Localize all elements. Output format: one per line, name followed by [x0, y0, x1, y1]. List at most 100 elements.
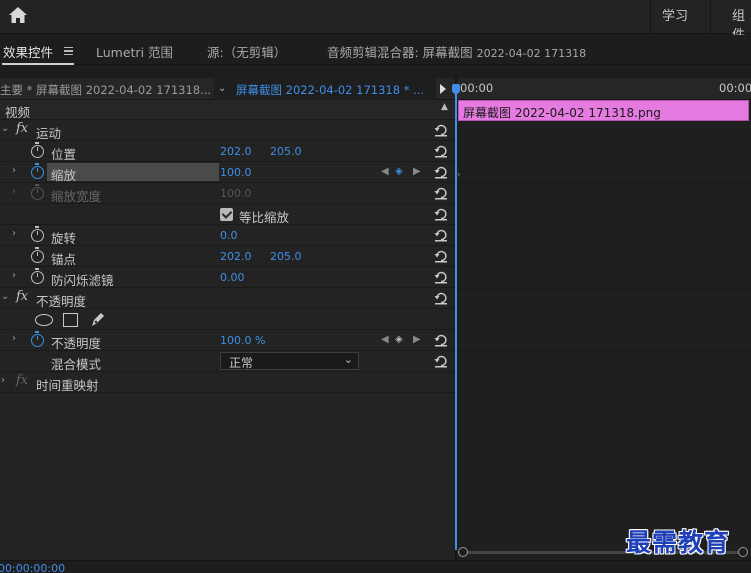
- sequence-clip-selector[interactable]: 屏幕截图 2022-04-02 171318 * ...: [214, 78, 436, 100]
- track-line: [457, 225, 751, 226]
- chevron-down-icon[interactable]: ⌄: [218, 83, 226, 94]
- reset-icon[interactable]: [434, 165, 448, 179]
- stopwatch-icon[interactable]: [31, 247, 44, 263]
- current-timecode[interactable]: 00:00:00:00: [0, 562, 65, 573]
- scrollbar-end-handle[interactable]: [738, 547, 748, 557]
- property-anchor-point: 锚点 202.0 205.0: [0, 246, 455, 267]
- clip-bar[interactable]: 屏幕截图 2022-04-02 171318.png: [458, 100, 749, 121]
- stopwatch-icon[interactable]: [31, 268, 44, 284]
- expand-chevron-icon[interactable]: ›: [12, 228, 16, 239]
- track-line: [457, 393, 751, 394]
- effect-timeline: 00:00 00:00 屏幕截图 2022-04-02 171318.png: [457, 78, 751, 560]
- playhead[interactable]: [455, 84, 457, 550]
- pen-mask-icon[interactable]: [90, 311, 106, 328]
- workspace-tab-learning[interactable]: 学习: [662, 5, 688, 24]
- time-ruler[interactable]: 00:00 00:00: [457, 78, 751, 100]
- tab-source[interactable]: 源:（无剪辑）: [207, 42, 286, 61]
- track-line: [457, 267, 751, 268]
- checkbox-label: 等比缩放: [239, 210, 290, 225]
- ellipse-mask-icon[interactable]: [35, 314, 53, 326]
- add-keyframe-icon[interactable]: ◈: [395, 166, 403, 177]
- collapse-up-icon[interactable]: ▲: [441, 102, 448, 112]
- collapse-chevron-icon[interactable]: ⌄: [1, 123, 9, 134]
- track-line: [457, 372, 751, 373]
- reset-icon[interactable]: [434, 207, 448, 221]
- stopwatch-icon[interactable]: [31, 163, 44, 179]
- effect-name: 运动: [36, 126, 62, 141]
- stopwatch-icon[interactable]: [31, 226, 44, 242]
- reset-icon[interactable]: [434, 333, 448, 347]
- tab-audio-clip-mixer[interactable]: 音频剪辑混合器: 屏幕截图 2022-04-02 171318: [327, 42, 586, 61]
- anchor-y-value[interactable]: 205.0: [270, 250, 302, 263]
- effect-opacity[interactable]: ⌄ fx 不透明度: [0, 288, 455, 309]
- fx-icon[interactable]: fx: [16, 289, 28, 304]
- next-keyframe-icon[interactable]: ▶: [413, 166, 421, 177]
- tab-effect-controls[interactable]: 效果控件: [3, 42, 53, 61]
- property-label: 缩放宽度: [51, 189, 102, 204]
- mask-tools: [0, 309, 455, 330]
- anti-flicker-value[interactable]: 0.00: [220, 271, 245, 284]
- expand-chevron-icon[interactable]: ›: [12, 165, 16, 176]
- expand-chevron-icon: ›: [12, 186, 16, 197]
- rectangle-mask-icon[interactable]: [63, 313, 78, 327]
- blend-mode-dropdown[interactable]: 正常 ⌄: [220, 352, 359, 370]
- expand-chevron-icon[interactable]: ›: [1, 375, 5, 386]
- expand-chevron-icon[interactable]: ›: [12, 333, 16, 344]
- show-timeline-icon[interactable]: [440, 84, 446, 94]
- stopwatch-icon[interactable]: [31, 331, 44, 347]
- active-tab-underline: [2, 63, 74, 65]
- track-line: [457, 204, 751, 205]
- add-keyframe-icon[interactable]: ◈: [395, 334, 403, 345]
- reset-icon[interactable]: [434, 249, 448, 263]
- reset-icon[interactable]: [434, 186, 448, 200]
- effect-motion[interactable]: ⌄ fx 运动: [0, 120, 455, 141]
- uniform-scale-checkbox[interactable]: [220, 208, 233, 221]
- reset-icon[interactable]: [434, 144, 448, 158]
- property-opacity: › 不透明度 100.0 % ◀ ◈ ▶: [0, 330, 455, 351]
- opacity-value[interactable]: 100.0 %: [220, 334, 265, 347]
- clip-name: 屏幕截图 2022-04-02 171318.png: [463, 106, 661, 120]
- reset-icon[interactable]: [434, 228, 448, 242]
- reset-icon[interactable]: [434, 354, 448, 368]
- collapse-chevron-icon[interactable]: ⌄: [1, 291, 9, 302]
- playhead-handle[interactable]: [452, 84, 460, 94]
- sequence-clip-label: 屏幕截图 2022-04-02 171318 * ...: [236, 83, 425, 97]
- tab-lumetri-scopes[interactable]: Lumetri 范围: [96, 42, 173, 61]
- property-label: 缩放: [51, 168, 77, 183]
- position-y-value[interactable]: 205.0: [270, 145, 302, 158]
- panel-header: 效果控件 Lumetri 范围 源:（无剪辑） 音频剪辑混合器: 屏幕截图 20…: [0, 35, 751, 65]
- scrollbar-start-handle[interactable]: [458, 547, 468, 557]
- position-x-value[interactable]: 202.0: [220, 145, 252, 158]
- stopwatch-icon[interactable]: [31, 142, 44, 158]
- property-label: 防闪烁滤镜: [51, 273, 114, 288]
- scale-value[interactable]: 100.0: [220, 166, 252, 179]
- property-label: 位置: [51, 147, 77, 162]
- fx-icon[interactable]: fx: [16, 121, 28, 136]
- prev-keyframe-icon[interactable]: ◀: [381, 334, 389, 345]
- prev-keyframe-icon[interactable]: ◀: [381, 166, 389, 177]
- effect-time-remapping[interactable]: › fx 时间重映射: [0, 372, 455, 393]
- reset-icon[interactable]: [434, 291, 448, 305]
- panel-menu-icon[interactable]: [64, 47, 73, 55]
- home-icon[interactable]: [8, 6, 28, 24]
- next-keyframe-icon[interactable]: ▶: [413, 334, 421, 345]
- master-clip-label[interactable]: 主要 * 屏幕截图 2022-04-02 171318...: [0, 82, 211, 98]
- rotation-value[interactable]: 0.0: [220, 229, 238, 242]
- property-rotation: › 旋转 0.0: [0, 225, 455, 246]
- watermark-text: 最需教育: [626, 528, 731, 557]
- property-label: 混合模式: [51, 357, 102, 372]
- workspace-separator: [650, 0, 651, 34]
- property-blend-mode: 混合模式 正常 ⌄: [0, 351, 455, 372]
- property-label: 旋转: [51, 231, 77, 246]
- keyframe-marker-icon[interactable]: ›: [457, 170, 461, 180]
- reset-icon[interactable]: [434, 123, 448, 137]
- expand-chevron-icon[interactable]: ›: [12, 270, 16, 281]
- property-scale-width: › 缩放宽度 100.0: [0, 183, 455, 204]
- anchor-x-value[interactable]: 202.0: [220, 250, 252, 263]
- reset-icon[interactable]: [434, 270, 448, 284]
- chevron-down-icon: ⌄: [343, 353, 353, 366]
- source-bar: 主要 * 屏幕截图 2022-04-02 171318... 屏幕截图 2022…: [0, 78, 455, 100]
- property-label: 锚点: [51, 252, 77, 267]
- status-bar: 00:00:00:00: [0, 560, 751, 573]
- track-line: [457, 183, 751, 184]
